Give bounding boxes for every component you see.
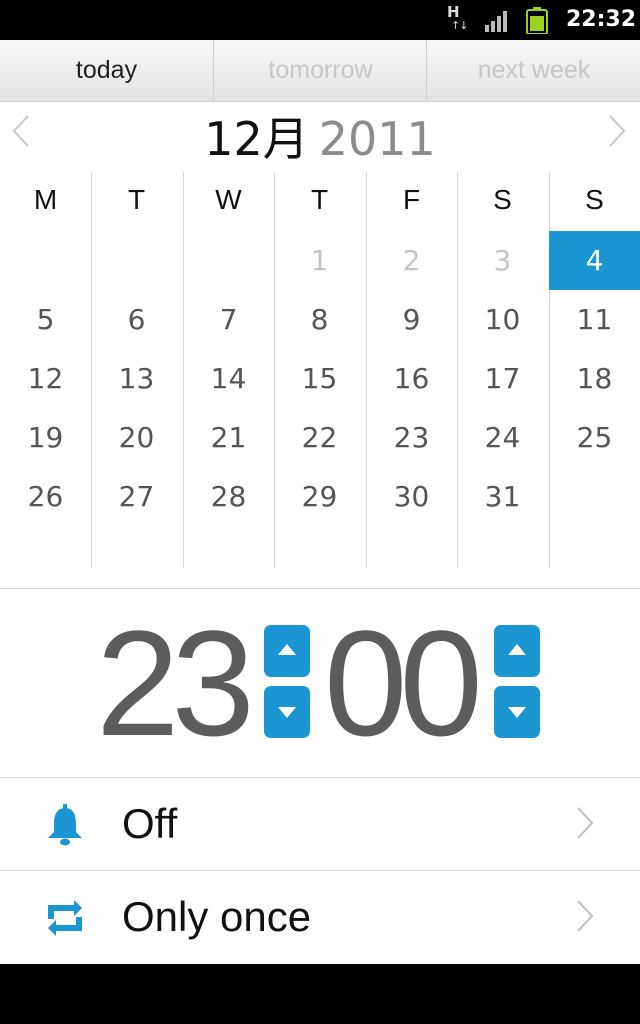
network-type-label: H [447, 3, 460, 21]
day-cell[interactable]: 14 [183, 349, 274, 408]
day-tabs: today tomorrow next week [0, 40, 640, 102]
day-cell[interactable]: 24 [457, 408, 548, 467]
minute-down-button[interactable] [494, 686, 540, 738]
bottom-bar [0, 964, 640, 1024]
day-cell[interactable]: 25 [549, 408, 640, 467]
day-cell[interactable]: 26 [0, 467, 91, 526]
day-cell[interactable]: 10 [457, 290, 548, 349]
weekday-header: T [310, 184, 329, 215]
day-cell[interactable]: 16 [366, 349, 457, 408]
data-activity-icon: ↑↓ [451, 19, 468, 32]
day-cell[interactable]: 15 [274, 349, 365, 408]
calendar-grid: M T W T F S S 1 2 3 4 5 6 7 8 9 10 11 12 13 14 15 16 17 18 19 20 21… [0, 172, 640, 568]
day-cell[interactable]: 2 [366, 231, 457, 290]
alarm-sound-row[interactable]: Off [0, 778, 640, 870]
repeat-icon [48, 900, 82, 936]
day-cell[interactable]: 30 [366, 467, 457, 526]
day-cell[interactable]: 5 [0, 290, 91, 349]
minute-display: 00 [324, 599, 483, 767]
weekday-header: T [127, 184, 146, 215]
chevron-right-icon [577, 900, 594, 932]
day-cell[interactable]: 6 [91, 290, 182, 349]
minute-up-button[interactable] [494, 625, 540, 677]
weekday-header: S [585, 184, 604, 215]
alarm-editor: today tomorrow next week 12月 2011 MTWTFSS… [0, 40, 640, 964]
day-cell[interactable]: 29 [274, 467, 365, 526]
day-cell[interactable]: 13 [91, 349, 182, 408]
status-bar: H ↑↓ 22:32 [0, 0, 640, 40]
time-picker: 23 00 [0, 589, 640, 777]
repeat-row[interactable]: Only once [0, 871, 640, 963]
hour-up-button[interactable] [264, 625, 310, 677]
hour-display: 23 [96, 599, 255, 767]
day-cell[interactable]: 17 [457, 349, 548, 408]
month-label: 12月 [204, 112, 309, 166]
day-cell[interactable]: 27 [91, 467, 182, 526]
month-title: 12月 2011 [0, 110, 640, 168]
day-cell[interactable]: 21 [183, 408, 274, 467]
day-cell[interactable]: 22 [274, 408, 365, 467]
tab-tomorrow[interactable]: tomorrow [213, 40, 427, 101]
day-cell[interactable]: 18 [549, 349, 640, 408]
arrow-up-icon [278, 644, 296, 655]
arrow-up-icon [508, 644, 526, 655]
chevron-right-icon [577, 807, 594, 839]
weekday-header: W [215, 184, 242, 215]
hour-down-button[interactable] [264, 686, 310, 738]
day-cell[interactable]: 1 [274, 231, 365, 290]
arrow-down-icon [508, 707, 526, 718]
year-label: 2011 [318, 112, 436, 166]
chevron-right-icon[interactable] [608, 114, 626, 157]
day-cell[interactable]: 20 [91, 408, 182, 467]
day-cell[interactable]: 7 [183, 290, 274, 349]
day-cell[interactable]: 19 [0, 408, 91, 467]
signal-bars-icon [485, 11, 507, 32]
weekday-header: S [493, 184, 512, 215]
battery-icon [526, 7, 548, 34]
day-cell[interactable]: 23 [366, 408, 457, 467]
bell-icon [48, 804, 82, 846]
day-cell[interactable]: 11 [549, 290, 640, 349]
repeat-label: Only once [122, 893, 312, 940]
day-cell[interactable]: 8 [274, 290, 365, 349]
arrow-down-icon [278, 707, 296, 718]
day-cell[interactable]: 3 [457, 231, 548, 290]
tab-next-week[interactable]: next week [426, 40, 640, 101]
weekday-header: F [402, 184, 421, 215]
alarm-sound-label: Off [122, 800, 178, 847]
day-cell[interactable]: 9 [366, 290, 457, 349]
month-header: 12月 2011 [0, 102, 640, 172]
clock-time: 22:32 [566, 7, 637, 32]
day-cell[interactable]: 31 [457, 467, 548, 526]
day-cell[interactable]: 28 [183, 467, 274, 526]
day-cell[interactable]: 12 [0, 349, 91, 408]
weekday-header: M [33, 184, 58, 215]
day-cell-selected[interactable]: 4 [549, 231, 640, 290]
tab-today[interactable]: today [0, 40, 213, 101]
